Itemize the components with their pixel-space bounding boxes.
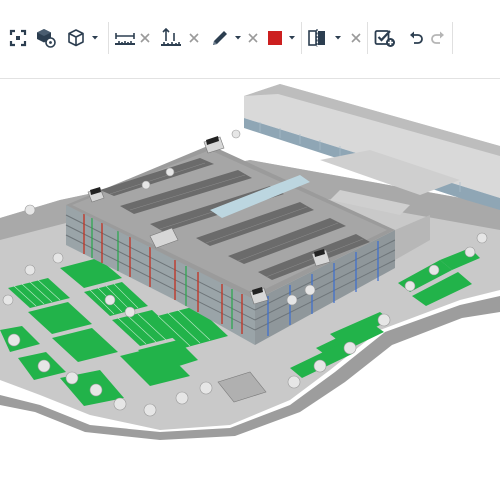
measure-vertical-button[interactable] <box>158 24 184 52</box>
measure-vertical-icon <box>161 28 181 46</box>
create-issue-button[interactable] <box>372 24 398 52</box>
redo-button[interactable] <box>428 24 448 52</box>
close-icon[interactable] <box>246 31 260 45</box>
model-browser-button[interactable] <box>34 24 58 52</box>
fit-to-view-button[interactable] <box>6 24 30 52</box>
measure-distance-button[interactable] <box>112 24 138 52</box>
markup-pen-button[interactable] <box>208 24 232 52</box>
undo-icon <box>410 31 423 44</box>
undo-button[interactable] <box>406 24 426 52</box>
parking-structure-model <box>0 84 500 440</box>
close-icon[interactable] <box>138 31 152 45</box>
close-icon[interactable] <box>187 31 201 45</box>
expand-icon <box>9 29 27 47</box>
close-icon[interactable] <box>349 31 363 45</box>
chevron-down-icon[interactable] <box>334 35 342 41</box>
toolbar-divider <box>367 22 368 54</box>
chevron-down-icon[interactable] <box>91 35 99 41</box>
measure-horizontal-icon <box>115 33 135 45</box>
section-button[interactable] <box>304 24 330 52</box>
redo-icon <box>431 31 444 44</box>
model-viewport[interactable] <box>0 79 500 500</box>
toolbar-divider <box>452 22 453 54</box>
cube-gear-icon <box>37 29 56 48</box>
view-cube-button[interactable] <box>64 24 88 52</box>
toolbar-divider <box>108 22 109 54</box>
toolbar-divider <box>301 22 302 54</box>
cube-outline-icon <box>68 29 84 47</box>
pen-icon <box>213 31 227 45</box>
section-plane-icon <box>308 29 325 47</box>
checkbox-add-icon <box>374 30 395 47</box>
color-swatch-icon <box>268 31 282 45</box>
markup-color-button[interactable] <box>264 24 286 52</box>
viewer-toolbar <box>0 0 500 79</box>
chevron-down-icon[interactable] <box>234 35 242 41</box>
chevron-down-icon[interactable] <box>288 35 296 41</box>
